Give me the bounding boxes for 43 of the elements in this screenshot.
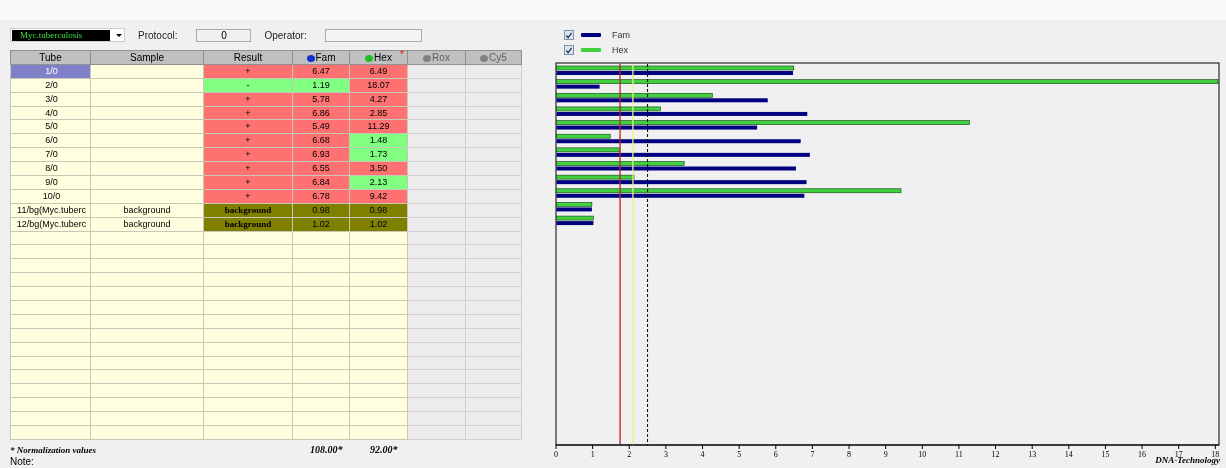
column-header[interactable]: Result <box>203 50 293 65</box>
header-label: Cy5 <box>489 51 507 63</box>
legend-label: Hex <box>612 45 628 55</box>
tick-label: 8 <box>847 450 852 459</box>
tick-label: 10 <box>918 450 927 459</box>
legend-label: Fam <box>612 30 630 40</box>
header-label: Hex <box>374 51 392 63</box>
checkbox[interactable] <box>564 30 574 40</box>
dropdown-value: Myc.tuberculosis <box>12 29 110 41</box>
tick-label: 14 <box>1064 450 1073 459</box>
normalization-label: * Normalization values <box>10 444 97 455</box>
checkbox[interactable] <box>564 45 574 55</box>
tick-label: 2 <box>627 450 632 459</box>
tick-label: 5 <box>737 450 742 459</box>
tick-label: 0 <box>554 450 558 459</box>
tick-label: 12 <box>991 450 1000 459</box>
caret-icon <box>116 33 122 37</box>
tick-label: 7 <box>810 450 815 459</box>
assay-dropdown[interactable]: Myc.tuberculosis <box>10 28 125 42</box>
tick-label: 15 <box>1101 450 1110 459</box>
tick-label: 6 <box>773 450 778 459</box>
column-header[interactable]: Tube <box>10 50 91 65</box>
tick-label: 9 <box>883 450 888 459</box>
tick-label: 16 <box>1138 450 1147 459</box>
field-label: Operator: <box>264 29 307 41</box>
header-label: Rox <box>432 51 450 63</box>
tick-label: 3 <box>663 450 668 459</box>
normalization-value: 108.00* <box>310 444 344 456</box>
operator-field[interactable] <box>324 28 422 42</box>
protocol-field[interactable]: 0 <box>196 28 252 42</box>
column-header[interactable]: Sample <box>90 50 204 65</box>
tick-label: 1 <box>590 450 595 459</box>
tick-label: 11 <box>955 450 963 459</box>
tick-label: 18 <box>1211 450 1220 459</box>
column-header[interactable]: Fam <box>292 50 350 65</box>
asterisk-mark: * <box>399 51 404 60</box>
tick-label: 13 <box>1028 450 1037 459</box>
column-header[interactable]: Hex * <box>349 50 408 65</box>
tick-label: 4 <box>700 450 705 459</box>
note-label: Note: <box>10 455 34 467</box>
header-label: Fam <box>315 51 336 63</box>
field-label: Protocol: <box>138 29 178 41</box>
normalization-value: 92.00* <box>370 444 398 456</box>
